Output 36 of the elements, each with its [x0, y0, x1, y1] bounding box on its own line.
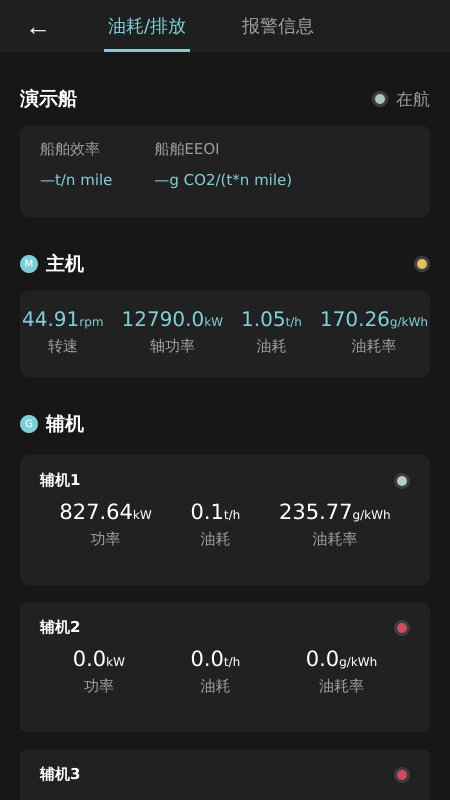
- metric-label: 油耗率: [319, 677, 364, 696]
- metric-label: 功率: [84, 677, 114, 696]
- metric-value: 0.1t/h: [190, 500, 240, 524]
- metric-value: 0.0kW: [72, 647, 125, 671]
- section-title: 辅机: [46, 412, 84, 437]
- metric-label: 油耗率: [312, 530, 358, 549]
- efficiency-value: —t/n mile: [40, 171, 112, 189]
- engine-name: 辅机1: [40, 471, 80, 490]
- metric-value: 170.26g/kWh: [320, 307, 428, 331]
- engine-name: 辅机2: [40, 618, 80, 637]
- metric-value: 12790.0kW: [122, 307, 224, 331]
- metric-label: 轴功率: [150, 337, 195, 356]
- tab[interactable]: 报警信息: [238, 0, 318, 52]
- metric-value: 1.05t/h: [241, 307, 302, 331]
- metric-label: 转速: [48, 337, 78, 356]
- metric-label: 油耗率: [351, 337, 396, 356]
- metric-value: 235.77g/kWh: [279, 500, 391, 524]
- metric-label: 油耗: [256, 337, 286, 356]
- engine-badge: M: [20, 255, 38, 273]
- metric-label: 油耗: [200, 677, 230, 696]
- metric-value: 44.91 rpm: [22, 307, 104, 331]
- engine-badge: G: [20, 415, 38, 433]
- engine-name: 辅机3: [40, 765, 80, 784]
- efficiency-label: 船舶效率: [40, 140, 101, 159]
- efficiency-label: 船舶EEOI: [154, 140, 221, 159]
- status-text: 在航: [396, 88, 430, 110]
- back-button[interactable]: ←: [22, 13, 54, 39]
- metric-value: 0.0g/kWh: [306, 647, 378, 671]
- ship-name: 演示船: [20, 87, 77, 112]
- section-title: 主机: [46, 252, 84, 277]
- efficiency-value: —g CO2/(t*n mile): [154, 171, 292, 189]
- metric-label: 功率: [90, 530, 121, 549]
- metric-label: 油耗: [200, 530, 230, 549]
- metric-value: 0.0t/h: [190, 647, 240, 671]
- metric-value: 827.64kW: [59, 500, 152, 524]
- tab[interactable]: 油耗/排放: [104, 0, 190, 52]
